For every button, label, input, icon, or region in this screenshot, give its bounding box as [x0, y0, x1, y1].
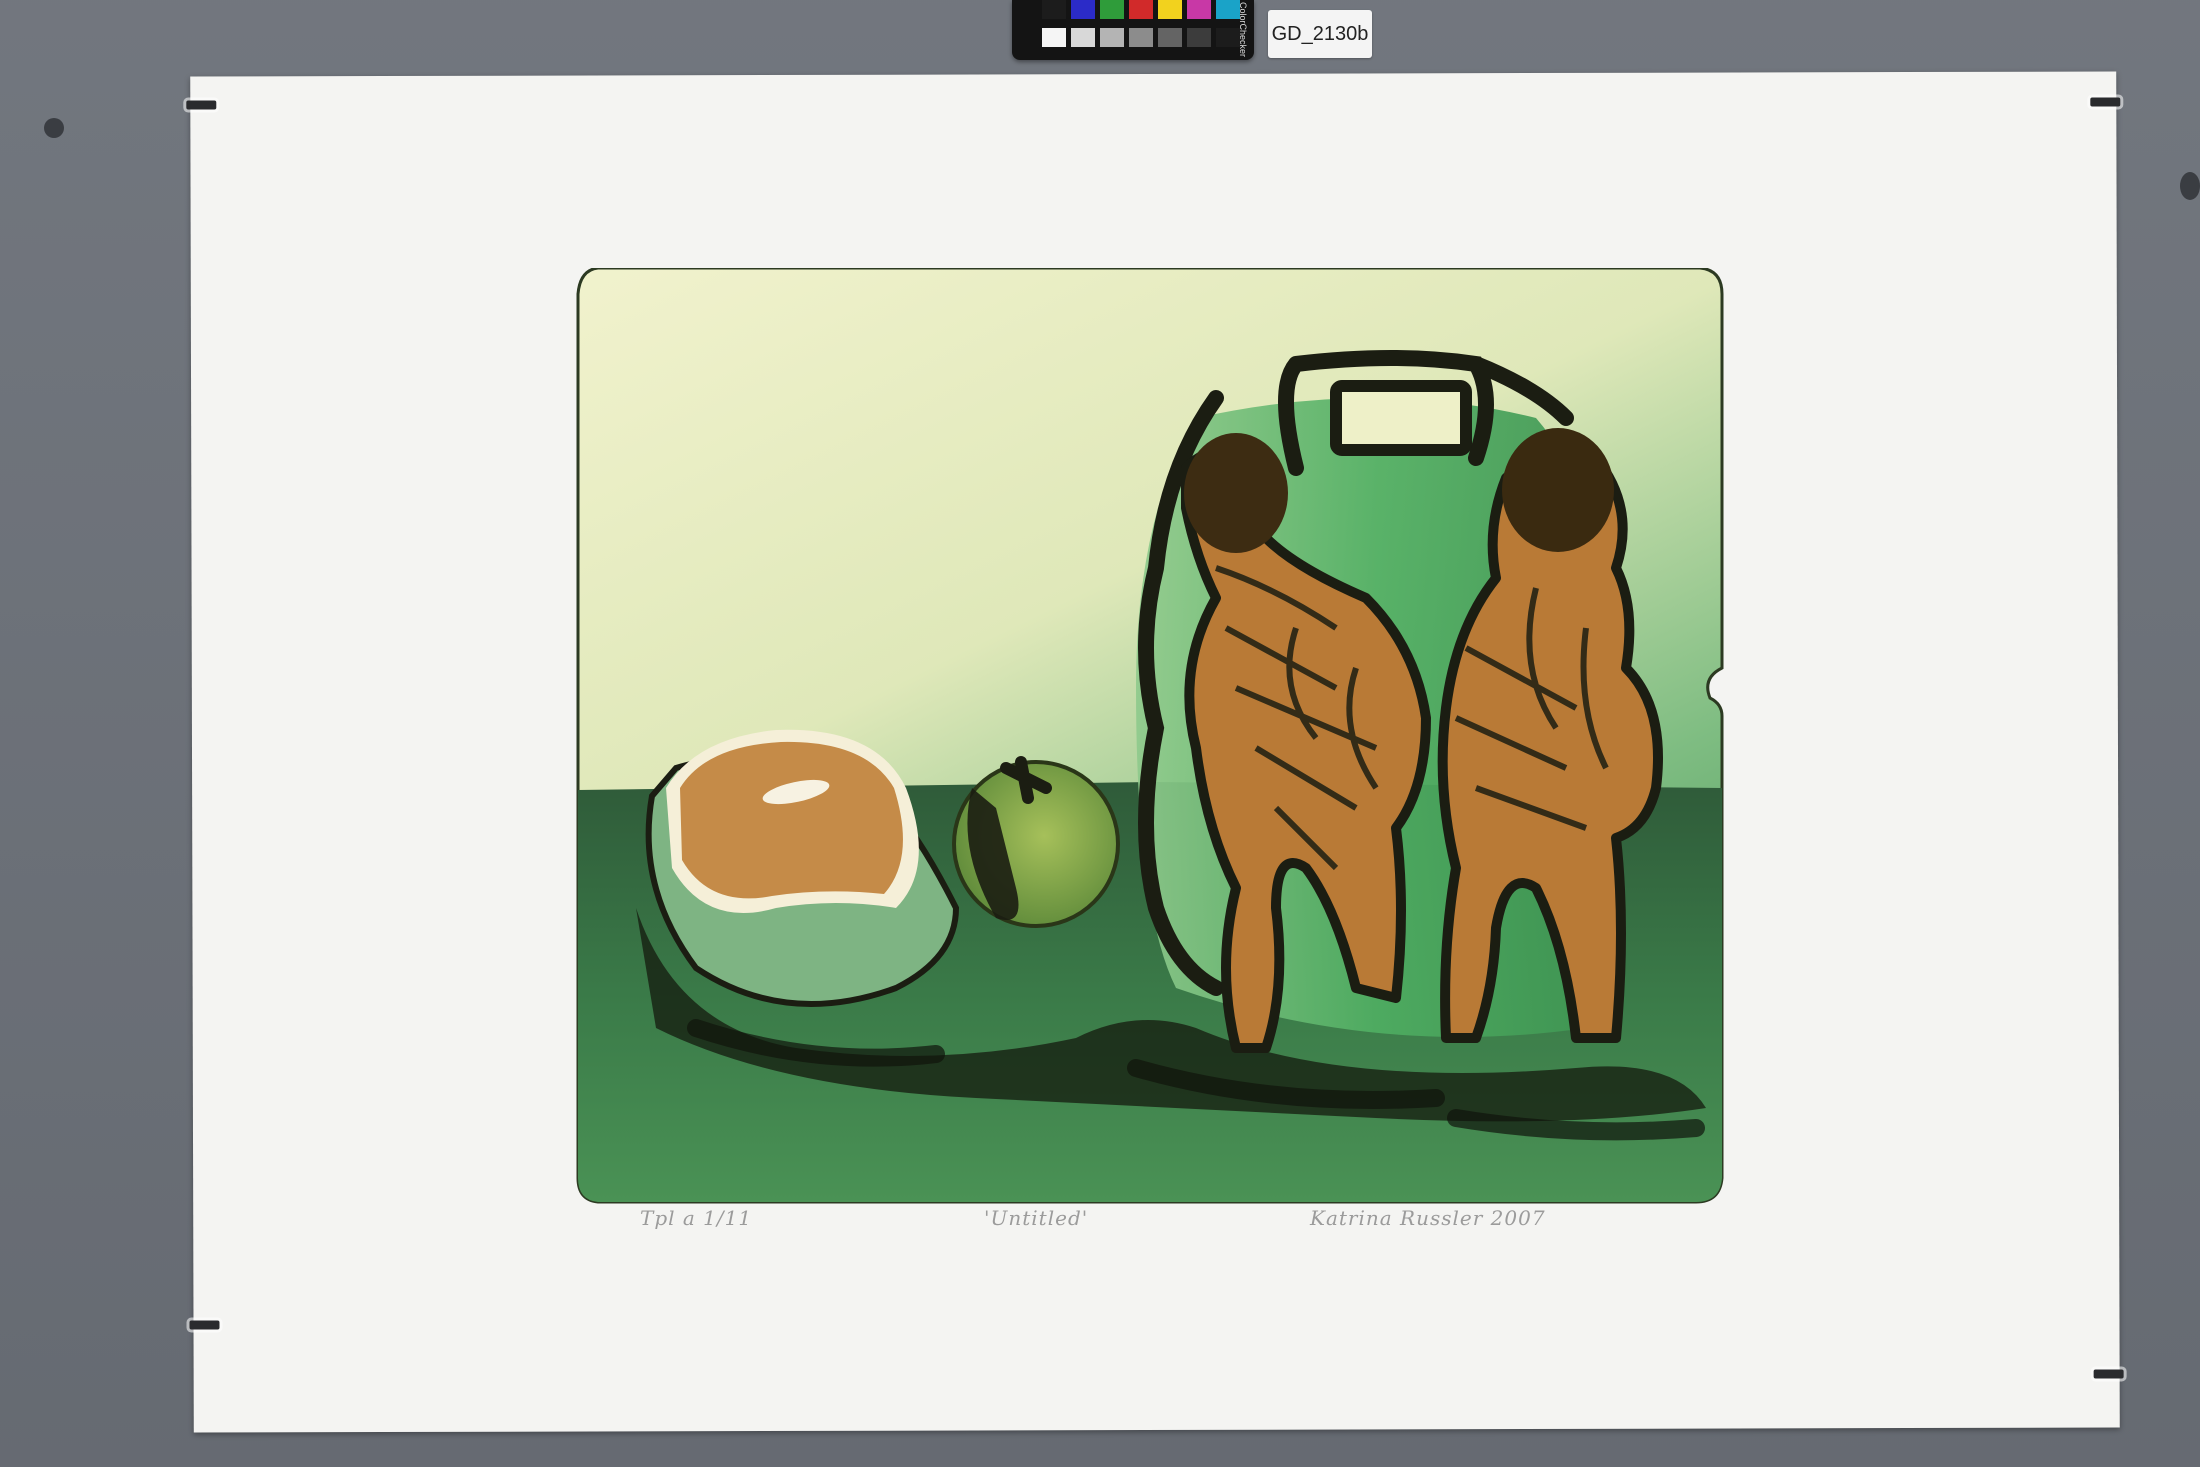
color-swatch — [1129, 28, 1153, 47]
color-swatch — [1042, 28, 1066, 47]
left-figure-head — [1184, 433, 1288, 553]
color-swatch — [1158, 28, 1182, 47]
color-swatch — [1042, 0, 1066, 19]
clip — [189, 1320, 220, 1330]
edition-inscription: Tpl a 1/11 — [640, 1206, 753, 1230]
lithograph-artwork — [576, 268, 1724, 1204]
clip — [186, 100, 217, 110]
color-calibration-card: ColorChecker — [1012, 0, 1254, 60]
color-swatch — [1100, 28, 1124, 47]
color-swatch — [1158, 0, 1182, 19]
right-figure-head — [1502, 428, 1614, 552]
signature-inscription: Katrina Russler 2007 — [1310, 1206, 1546, 1230]
title-inscription: 'Untitled' — [984, 1206, 1089, 1230]
melon-core — [680, 741, 903, 899]
jar-rim — [1330, 380, 1472, 456]
color-swatch — [1187, 28, 1211, 47]
color-swatch — [1100, 0, 1124, 19]
clip — [2090, 97, 2121, 107]
color-swatch — [1129, 0, 1153, 19]
color-swatch — [1071, 28, 1095, 47]
color-swatch — [1187, 0, 1211, 19]
clip — [2093, 1369, 2124, 1379]
board-screw — [44, 118, 64, 138]
color-swatch — [1071, 0, 1095, 19]
color-card-brand: ColorChecker — [1238, 2, 1248, 58]
board-screw — [2180, 172, 2200, 200]
catalog-label: GD_2130b — [1268, 10, 1372, 58]
